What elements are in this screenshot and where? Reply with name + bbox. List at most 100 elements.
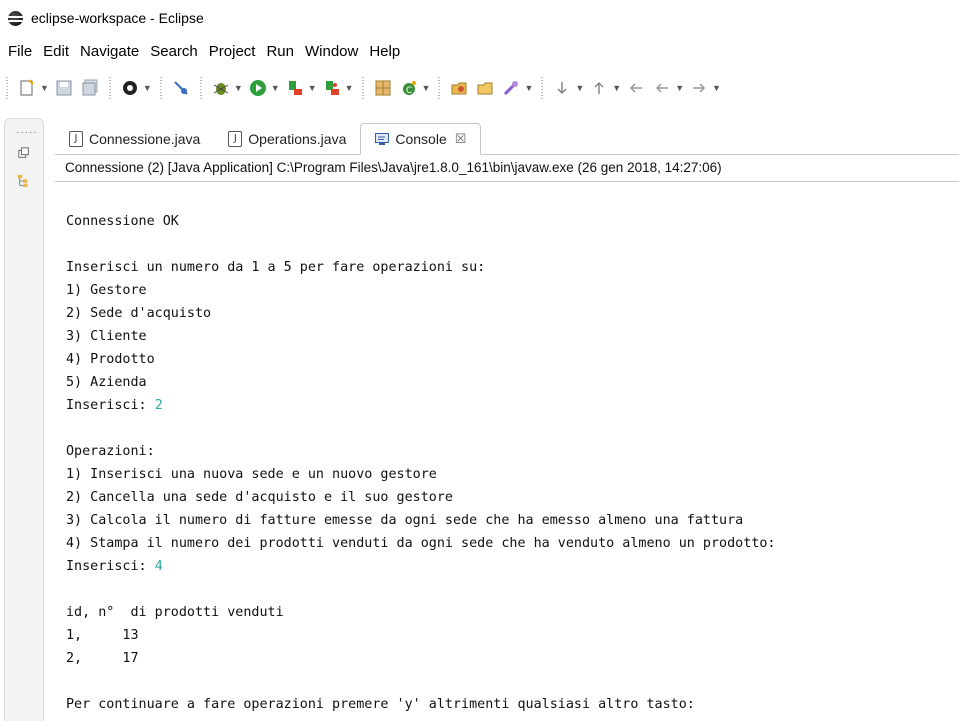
console-line-text: id, n° di prodotti venduti: [66, 605, 284, 620]
drag-handle-icon[interactable]: ·····: [16, 127, 38, 138]
console-line: 4) Stampa il numero dei prodotti venduti…: [66, 532, 956, 555]
toolbar-separator: [361, 77, 364, 99]
package-explorer-icon[interactable]: [14, 171, 34, 191]
console-line-text: 1, 13: [66, 628, 139, 643]
menu-navigate[interactable]: Navigate: [80, 43, 139, 60]
console-line-text: Inserisci:: [66, 398, 155, 413]
menu-edit[interactable]: Edit: [43, 43, 69, 60]
last-edit-icon[interactable]: [626, 78, 646, 98]
menu-run[interactable]: Run: [266, 43, 294, 60]
console-line-text: Connessione OK: [66, 214, 179, 229]
console-line-text: Inserisci un numero da 1 a 5 per fare op…: [66, 260, 486, 275]
save-icon[interactable]: [54, 78, 74, 98]
console-line-text: 2) Cancella una sede d'acquisto e il suo…: [66, 490, 453, 505]
console-line: 5) Azienda: [66, 371, 956, 394]
window-title: eclipse-workspace - Eclipse: [31, 10, 204, 26]
new-class-dropdown-icon[interactable]: ▼: [422, 83, 431, 93]
toolbar-separator: [541, 77, 544, 99]
new-dropdown-icon[interactable]: ▼: [40, 83, 49, 93]
forward-icon[interactable]: [689, 78, 709, 98]
java-file-icon: J: [228, 131, 243, 147]
open-task-icon[interactable]: [475, 78, 495, 98]
eclipse-logo-icon: [8, 10, 23, 26]
console-line: [66, 670, 956, 693]
next-annotation-dropdown-icon[interactable]: ▼: [575, 83, 584, 93]
console-user-input: 2: [154, 398, 163, 413]
console-line: 2) Sede d'acquisto: [66, 302, 956, 325]
console-line-text: 1) Gestore: [66, 283, 147, 298]
console-line-text: Inserisci:: [66, 559, 155, 574]
new-icon[interactable]: [17, 78, 37, 98]
console-line: Inserisci: 4: [66, 555, 956, 578]
prev-annotation-dropdown-icon[interactable]: ▼: [612, 83, 621, 93]
back-dropdown-icon[interactable]: ▼: [675, 83, 684, 93]
search-icon[interactable]: [501, 78, 521, 98]
console-line-text: 4) Stampa il numero dei prodotti venduti…: [66, 536, 776, 551]
toolbar-separator: [438, 77, 441, 99]
forward-dropdown-icon[interactable]: ▼: [712, 83, 721, 93]
console-line-text: [66, 237, 74, 252]
menu-search[interactable]: Search: [150, 43, 198, 60]
console-line: Inserisci un numero da 1 a 5 per fare op…: [66, 256, 956, 279]
external-tools-icon[interactable]: [322, 78, 342, 98]
restore-icon[interactable]: [14, 143, 34, 163]
console-line-text: 2, 17: [66, 651, 139, 666]
menu-bar: File Edit Navigate Search Project Run Wi…: [0, 36, 959, 66]
tab-connessione-java[interactable]: J Connessione.java: [55, 124, 214, 154]
console-user-input: 4: [154, 559, 163, 574]
console-icon: [375, 133, 390, 145]
svg-text:C: C: [406, 86, 412, 96]
console-line-text: [66, 674, 74, 689]
menu-file[interactable]: File: [8, 43, 32, 60]
search-dropdown-icon[interactable]: ▼: [524, 83, 533, 93]
console-line: [66, 417, 956, 440]
prev-annotation-icon[interactable]: [589, 78, 609, 98]
tab-operations-java[interactable]: J Operations.java: [214, 124, 360, 154]
console-line: 3) Calcola il numero di fatture emesse d…: [66, 509, 956, 532]
menu-help[interactable]: Help: [369, 43, 400, 60]
save-all-icon[interactable]: [80, 78, 100, 98]
run-icon[interactable]: [248, 78, 268, 98]
menu-project[interactable]: Project: [209, 43, 256, 60]
tab-label: Connessione.java: [89, 131, 201, 147]
tab-console[interactable]: Console ☒: [360, 123, 482, 155]
back-icon[interactable]: [652, 78, 672, 98]
external-tools-dropdown-icon[interactable]: ▼: [345, 83, 354, 93]
console-line: [66, 233, 956, 256]
console-line-text: 3) Cliente: [66, 329, 147, 344]
console-launch-description: Connessione (2) [Java Application] C:\Pr…: [55, 160, 959, 182]
main-toolbar: ▼ ▼ ▼ ▼ ▼ ▼ C ▼ ▼ ▼ ▼ ▼ ▼: [0, 66, 959, 110]
console-line: id, n° di prodotti venduti: [66, 601, 956, 624]
console-line: 4) Prodotto: [66, 348, 956, 371]
next-annotation-icon[interactable]: [552, 78, 572, 98]
console-line: Connessione OK: [66, 210, 956, 233]
console-line-text: Operazioni:: [66, 444, 155, 459]
menu-window[interactable]: Window: [305, 43, 358, 60]
toolbar-separator: [199, 77, 202, 99]
skip-breakpoints-icon[interactable]: [171, 78, 191, 98]
run-last-dropdown-icon[interactable]: ▼: [308, 83, 317, 93]
console-line: Per continuare a fare operazioni premere…: [66, 693, 956, 716]
target-dropdown-icon[interactable]: ▼: [143, 83, 152, 93]
debug-dropdown-icon[interactable]: ▼: [234, 83, 243, 93]
target-icon[interactable]: [120, 78, 140, 98]
console-line: 1) Inserisci una nuova sede e un nuovo g…: [66, 463, 956, 486]
close-icon[interactable]: ☒: [455, 131, 467, 147]
tab-label: Console: [395, 131, 447, 147]
minimized-views-strip: ·····: [4, 118, 44, 721]
debug-icon[interactable]: [211, 78, 231, 98]
java-file-icon: J: [69, 131, 83, 147]
run-last-icon[interactable]: [285, 78, 305, 98]
new-java-project-icon[interactable]: [373, 78, 393, 98]
console-line-text: [66, 582, 74, 597]
new-class-icon[interactable]: C: [399, 78, 419, 98]
console-line: 1, 13: [66, 624, 956, 647]
tab-label: Operations.java: [248, 131, 347, 147]
run-dropdown-icon[interactable]: ▼: [271, 83, 280, 93]
console-line: Operazioni:: [66, 440, 956, 463]
console-line: 2) Cancella una sede d'acquisto e il suo…: [66, 486, 956, 509]
open-type-icon[interactable]: [449, 78, 469, 98]
console-line-text: Per continuare a fare operazioni premere…: [66, 697, 695, 712]
console-line: 1) Gestore: [66, 279, 956, 302]
console-output[interactable]: Connessione OK Inserisci un numero da 1 …: [66, 210, 956, 716]
